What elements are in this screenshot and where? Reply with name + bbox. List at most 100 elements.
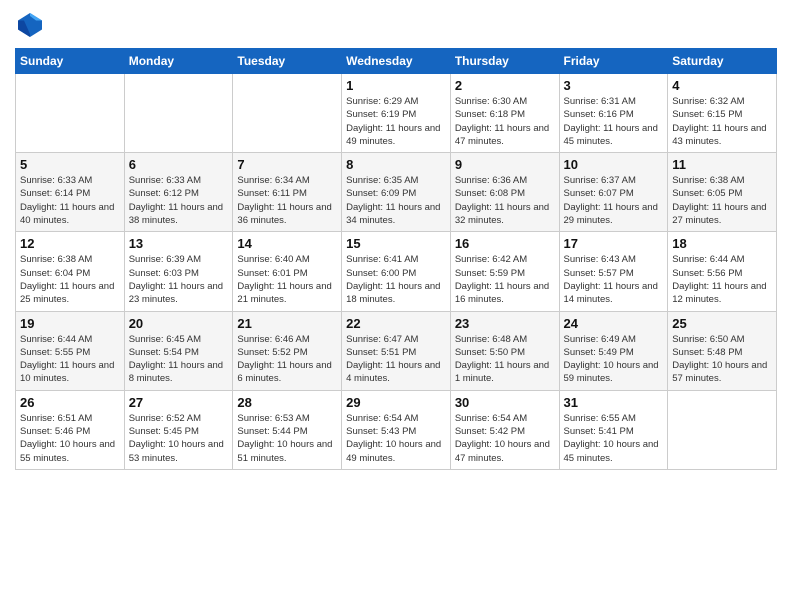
day-number: 15 (346, 236, 446, 251)
day-cell: 8Sunrise: 6:35 AM Sunset: 6:09 PM Daylig… (342, 153, 451, 232)
day-info: Sunrise: 6:47 AM Sunset: 5:51 PM Dayligh… (346, 333, 446, 386)
day-number: 29 (346, 395, 446, 410)
day-info: Sunrise: 6:45 AM Sunset: 5:54 PM Dayligh… (129, 333, 229, 386)
day-number: 24 (564, 316, 664, 331)
day-cell: 9 Sunrise: 6:36 AM Sunset: 6:08 PM Daylig… (450, 153, 559, 232)
day-info: Sunrise: 6:50 AM Sunset: 5:48 PM Dayligh… (672, 333, 772, 386)
day-info: Sunrise: 6:39 AM Sunset: 6:03 PM Dayligh… (129, 253, 229, 306)
day-cell: 29 Sunrise: 6:54 AM Sunset: 5:43 PM Dayli… (342, 390, 451, 469)
day-cell: 28 Sunrise: 6:53 AM Sunset: 5:44 PM Dayli… (233, 390, 342, 469)
day-info: Sunrise: 6:33 AM Sunset: 6:14 PM Dayligh… (20, 174, 120, 227)
calendar-table: SundayMondayTuesdayWednesdayThursdayFrid… (15, 48, 777, 470)
day-number: 19 (20, 316, 120, 331)
day-info: Sunrise: 6:43 AM Sunset: 5:57 PM Dayligh… (564, 253, 664, 306)
day-number: 23 (455, 316, 555, 331)
day-number: 7 (237, 157, 337, 172)
day-cell: 27 Sunrise: 6:52 AM Sunset: 5:45 PM Dayli… (124, 390, 233, 469)
day-number: 14 (237, 236, 337, 251)
day-info: Sunrise: 6:54 AM Sunset: 5:42 PM Dayligh… (455, 412, 555, 465)
day-number: 31 (564, 395, 664, 410)
day-cell: 20 Sunrise: 6:45 AM Sunset: 5:54 PM Dayli… (124, 311, 233, 390)
day-cell: 25 Sunrise: 6:50 AM Sunset: 5:48 PM Dayli… (668, 311, 777, 390)
day-number: 28 (237, 395, 337, 410)
day-cell: 23 Sunrise: 6:48 AM Sunset: 5:50 PM Dayli… (450, 311, 559, 390)
day-number: 17 (564, 236, 664, 251)
day-cell: 3 Sunrise: 6:31 AM Sunset: 6:16 PM Daylig… (559, 74, 668, 153)
day-info: Sunrise: 6:40 AM Sunset: 6:01 PM Dayligh… (237, 253, 337, 306)
day-info: Sunrise: 6:48 AM Sunset: 5:50 PM Dayligh… (455, 333, 555, 386)
day-info: Sunrise: 6:53 AM Sunset: 5:44 PM Dayligh… (237, 412, 337, 465)
day-info: Sunrise: 6:55 AM Sunset: 5:41 PM Dayligh… (564, 412, 664, 465)
day-info: Sunrise: 6:49 AM Sunset: 5:49 PM Dayligh… (564, 333, 664, 386)
day-info: Sunrise: 6:31 AM Sunset: 6:16 PM Dayligh… (564, 95, 664, 148)
day-info: Sunrise: 6:54 AM Sunset: 5:43 PM Dayligh… (346, 412, 446, 465)
day-number: 27 (129, 395, 229, 410)
day-info: Sunrise: 6:44 AM Sunset: 5:55 PM Dayligh… (20, 333, 120, 386)
day-cell: 21 Sunrise: 6:46 AM Sunset: 5:52 PM Dayli… (233, 311, 342, 390)
weekday-header-friday: Friday (559, 49, 668, 74)
day-cell: 22Sunrise: 6:47 AM Sunset: 5:51 PM Dayli… (342, 311, 451, 390)
day-number: 16 (455, 236, 555, 251)
weekday-header-monday: Monday (124, 49, 233, 74)
day-info: Sunrise: 6:38 AM Sunset: 6:04 PM Dayligh… (20, 253, 120, 306)
day-cell: 10Sunrise: 6:37 AM Sunset: 6:07 PM Dayli… (559, 153, 668, 232)
day-cell: 24 Sunrise: 6:49 AM Sunset: 5:49 PM Dayli… (559, 311, 668, 390)
weekday-header-sunday: Sunday (16, 49, 125, 74)
day-number: 11 (672, 157, 772, 172)
day-cell: 19 Sunrise: 6:44 AM Sunset: 5:55 PM Dayli… (16, 311, 125, 390)
day-info: Sunrise: 6:36 AM Sunset: 6:08 PM Dayligh… (455, 174, 555, 227)
day-cell: 16 Sunrise: 6:42 AM Sunset: 5:59 PM Dayli… (450, 232, 559, 311)
day-cell: 30 Sunrise: 6:54 AM Sunset: 5:42 PM Dayli… (450, 390, 559, 469)
day-cell: 11 Sunrise: 6:38 AM Sunset: 6:05 PM Dayli… (668, 153, 777, 232)
day-info: Sunrise: 6:29 AM Sunset: 6:19 PM Dayligh… (346, 95, 446, 148)
day-number: 6 (129, 157, 229, 172)
day-cell: 31 Sunrise: 6:55 AM Sunset: 5:41 PM Dayli… (559, 390, 668, 469)
day-cell: 4Sunrise: 6:32 AM Sunset: 6:15 PM Daylig… (668, 74, 777, 153)
day-number: 21 (237, 316, 337, 331)
day-info: Sunrise: 6:35 AM Sunset: 6:09 PM Dayligh… (346, 174, 446, 227)
day-number: 10 (564, 157, 664, 172)
week-row-4: 26Sunrise: 6:51 AM Sunset: 5:46 PM Dayli… (16, 390, 777, 469)
day-cell: 17 Sunrise: 6:43 AM Sunset: 5:57 PM Dayli… (559, 232, 668, 311)
day-cell (16, 74, 125, 153)
day-cell: 6 Sunrise: 6:33 AM Sunset: 6:12 PM Daylig… (124, 153, 233, 232)
day-number: 25 (672, 316, 772, 331)
weekday-header-row: SundayMondayTuesdayWednesdayThursdayFrid… (16, 49, 777, 74)
day-info: Sunrise: 6:52 AM Sunset: 5:45 PM Dayligh… (129, 412, 229, 465)
day-number: 30 (455, 395, 555, 410)
header (15, 10, 777, 40)
day-cell: 12Sunrise: 6:38 AM Sunset: 6:04 PM Dayli… (16, 232, 125, 311)
day-number: 20 (129, 316, 229, 331)
day-cell: 5 Sunrise: 6:33 AM Sunset: 6:14 PM Daylig… (16, 153, 125, 232)
day-cell: 13 Sunrise: 6:39 AM Sunset: 6:03 PM Dayli… (124, 232, 233, 311)
day-number: 5 (20, 157, 120, 172)
day-info: Sunrise: 6:34 AM Sunset: 6:11 PM Dayligh… (237, 174, 337, 227)
day-cell: 26Sunrise: 6:51 AM Sunset: 5:46 PM Dayli… (16, 390, 125, 469)
day-cell: 7 Sunrise: 6:34 AM Sunset: 6:11 PM Daylig… (233, 153, 342, 232)
day-cell: 15 Sunrise: 6:41 AM Sunset: 6:00 PM Dayli… (342, 232, 451, 311)
day-info: Sunrise: 6:38 AM Sunset: 6:05 PM Dayligh… (672, 174, 772, 227)
week-row-3: 19 Sunrise: 6:44 AM Sunset: 5:55 PM Dayli… (16, 311, 777, 390)
logo (15, 10, 49, 40)
day-info: Sunrise: 6:46 AM Sunset: 5:52 PM Dayligh… (237, 333, 337, 386)
weekday-header-tuesday: Tuesday (233, 49, 342, 74)
day-number: 3 (564, 78, 664, 93)
day-info: Sunrise: 6:41 AM Sunset: 6:00 PM Dayligh… (346, 253, 446, 306)
day-number: 9 (455, 157, 555, 172)
day-info: Sunrise: 6:30 AM Sunset: 6:18 PM Dayligh… (455, 95, 555, 148)
week-row-2: 12Sunrise: 6:38 AM Sunset: 6:04 PM Dayli… (16, 232, 777, 311)
day-info: Sunrise: 6:44 AM Sunset: 5:56 PM Dayligh… (672, 253, 772, 306)
day-info: Sunrise: 6:42 AM Sunset: 5:59 PM Dayligh… (455, 253, 555, 306)
day-cell (668, 390, 777, 469)
week-row-1: 5 Sunrise: 6:33 AM Sunset: 6:14 PM Daylig… (16, 153, 777, 232)
day-number: 26 (20, 395, 120, 410)
day-number: 18 (672, 236, 772, 251)
day-number: 13 (129, 236, 229, 251)
day-cell: 2Sunrise: 6:30 AM Sunset: 6:18 PM Daylig… (450, 74, 559, 153)
day-cell: 14 Sunrise: 6:40 AM Sunset: 6:01 PM Dayli… (233, 232, 342, 311)
week-row-0: 1Sunrise: 6:29 AM Sunset: 6:19 PM Daylig… (16, 74, 777, 153)
day-info: Sunrise: 6:33 AM Sunset: 6:12 PM Dayligh… (129, 174, 229, 227)
weekday-header-saturday: Saturday (668, 49, 777, 74)
day-cell: 1Sunrise: 6:29 AM Sunset: 6:19 PM Daylig… (342, 74, 451, 153)
day-cell (124, 74, 233, 153)
